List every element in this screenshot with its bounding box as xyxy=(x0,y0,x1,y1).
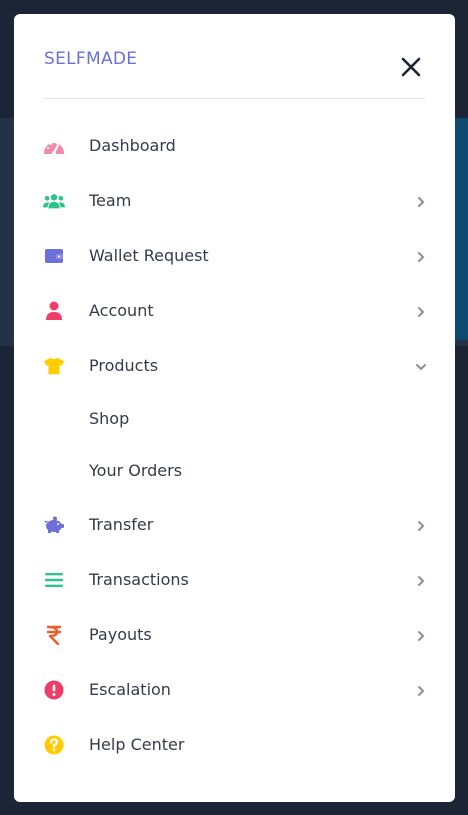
menu-label-account: Account xyxy=(89,301,154,320)
menu-label-dashboard: Dashboard xyxy=(89,136,176,155)
menu-item-dashboard[interactable]: Dashboard xyxy=(14,126,455,166)
chevron-right-icon xyxy=(414,249,428,263)
wallet-icon xyxy=(43,246,65,266)
close-icon[interactable] xyxy=(400,56,422,78)
menu-label-escalation: Escalation xyxy=(89,680,171,699)
menu-item-escalation[interactable]: Escalation xyxy=(14,670,455,710)
tshirt-icon xyxy=(43,356,65,376)
menu-label-transfer: Transfer xyxy=(89,515,154,534)
exclamation-circle-icon xyxy=(43,680,65,700)
chevron-right-icon xyxy=(414,304,428,318)
user-icon xyxy=(43,301,65,321)
chevron-right-icon xyxy=(414,194,428,208)
submenu-label-your-orders: Your Orders xyxy=(89,461,183,480)
submenu-item-your-orders[interactable]: Your Orders xyxy=(14,451,455,491)
question-circle-icon xyxy=(43,735,65,755)
chevron-right-icon xyxy=(414,683,428,697)
chevron-right-icon xyxy=(414,573,428,587)
menu-item-payouts[interactable]: Payouts xyxy=(14,615,455,655)
rupee-icon xyxy=(43,625,65,645)
menu-label-products: Products xyxy=(89,356,159,375)
brand-name: SELFMADE xyxy=(44,49,138,69)
menu-label-team: Team xyxy=(89,191,132,210)
chevron-down-icon xyxy=(414,359,428,373)
users-icon xyxy=(43,191,65,211)
background-accent xyxy=(455,118,468,340)
menu-item-team[interactable]: Team xyxy=(14,181,455,221)
menu-label-payouts: Payouts xyxy=(89,625,152,644)
submenu-item-shop[interactable]: Shop xyxy=(14,399,455,439)
menu-item-help-center[interactable]: Help Center xyxy=(14,725,455,765)
submenu-label-shop: Shop xyxy=(89,409,130,428)
menu-header: SELFMADE xyxy=(14,14,455,98)
piggy-bank-icon xyxy=(43,515,65,535)
list-icon xyxy=(43,570,65,590)
header-divider xyxy=(44,98,425,99)
chevron-right-icon xyxy=(414,518,428,532)
menu-label-transactions: Transactions xyxy=(89,570,189,589)
sidebar-menu-panel: SELFMADE Dashboard Team Wallet Request A… xyxy=(14,14,455,802)
menu-item-transfer[interactable]: Transfer xyxy=(14,505,455,545)
menu-label-help-center: Help Center xyxy=(89,735,185,754)
menu-label-wallet-request: Wallet Request xyxy=(89,246,209,265)
gauge-icon xyxy=(43,136,65,156)
chevron-right-icon xyxy=(414,628,428,642)
menu-item-wallet-request[interactable]: Wallet Request xyxy=(14,236,455,276)
menu-item-transactions[interactable]: Transactions xyxy=(14,560,455,600)
menu-item-products[interactable]: Products xyxy=(14,346,455,386)
menu-item-account[interactable]: Account xyxy=(14,291,455,331)
